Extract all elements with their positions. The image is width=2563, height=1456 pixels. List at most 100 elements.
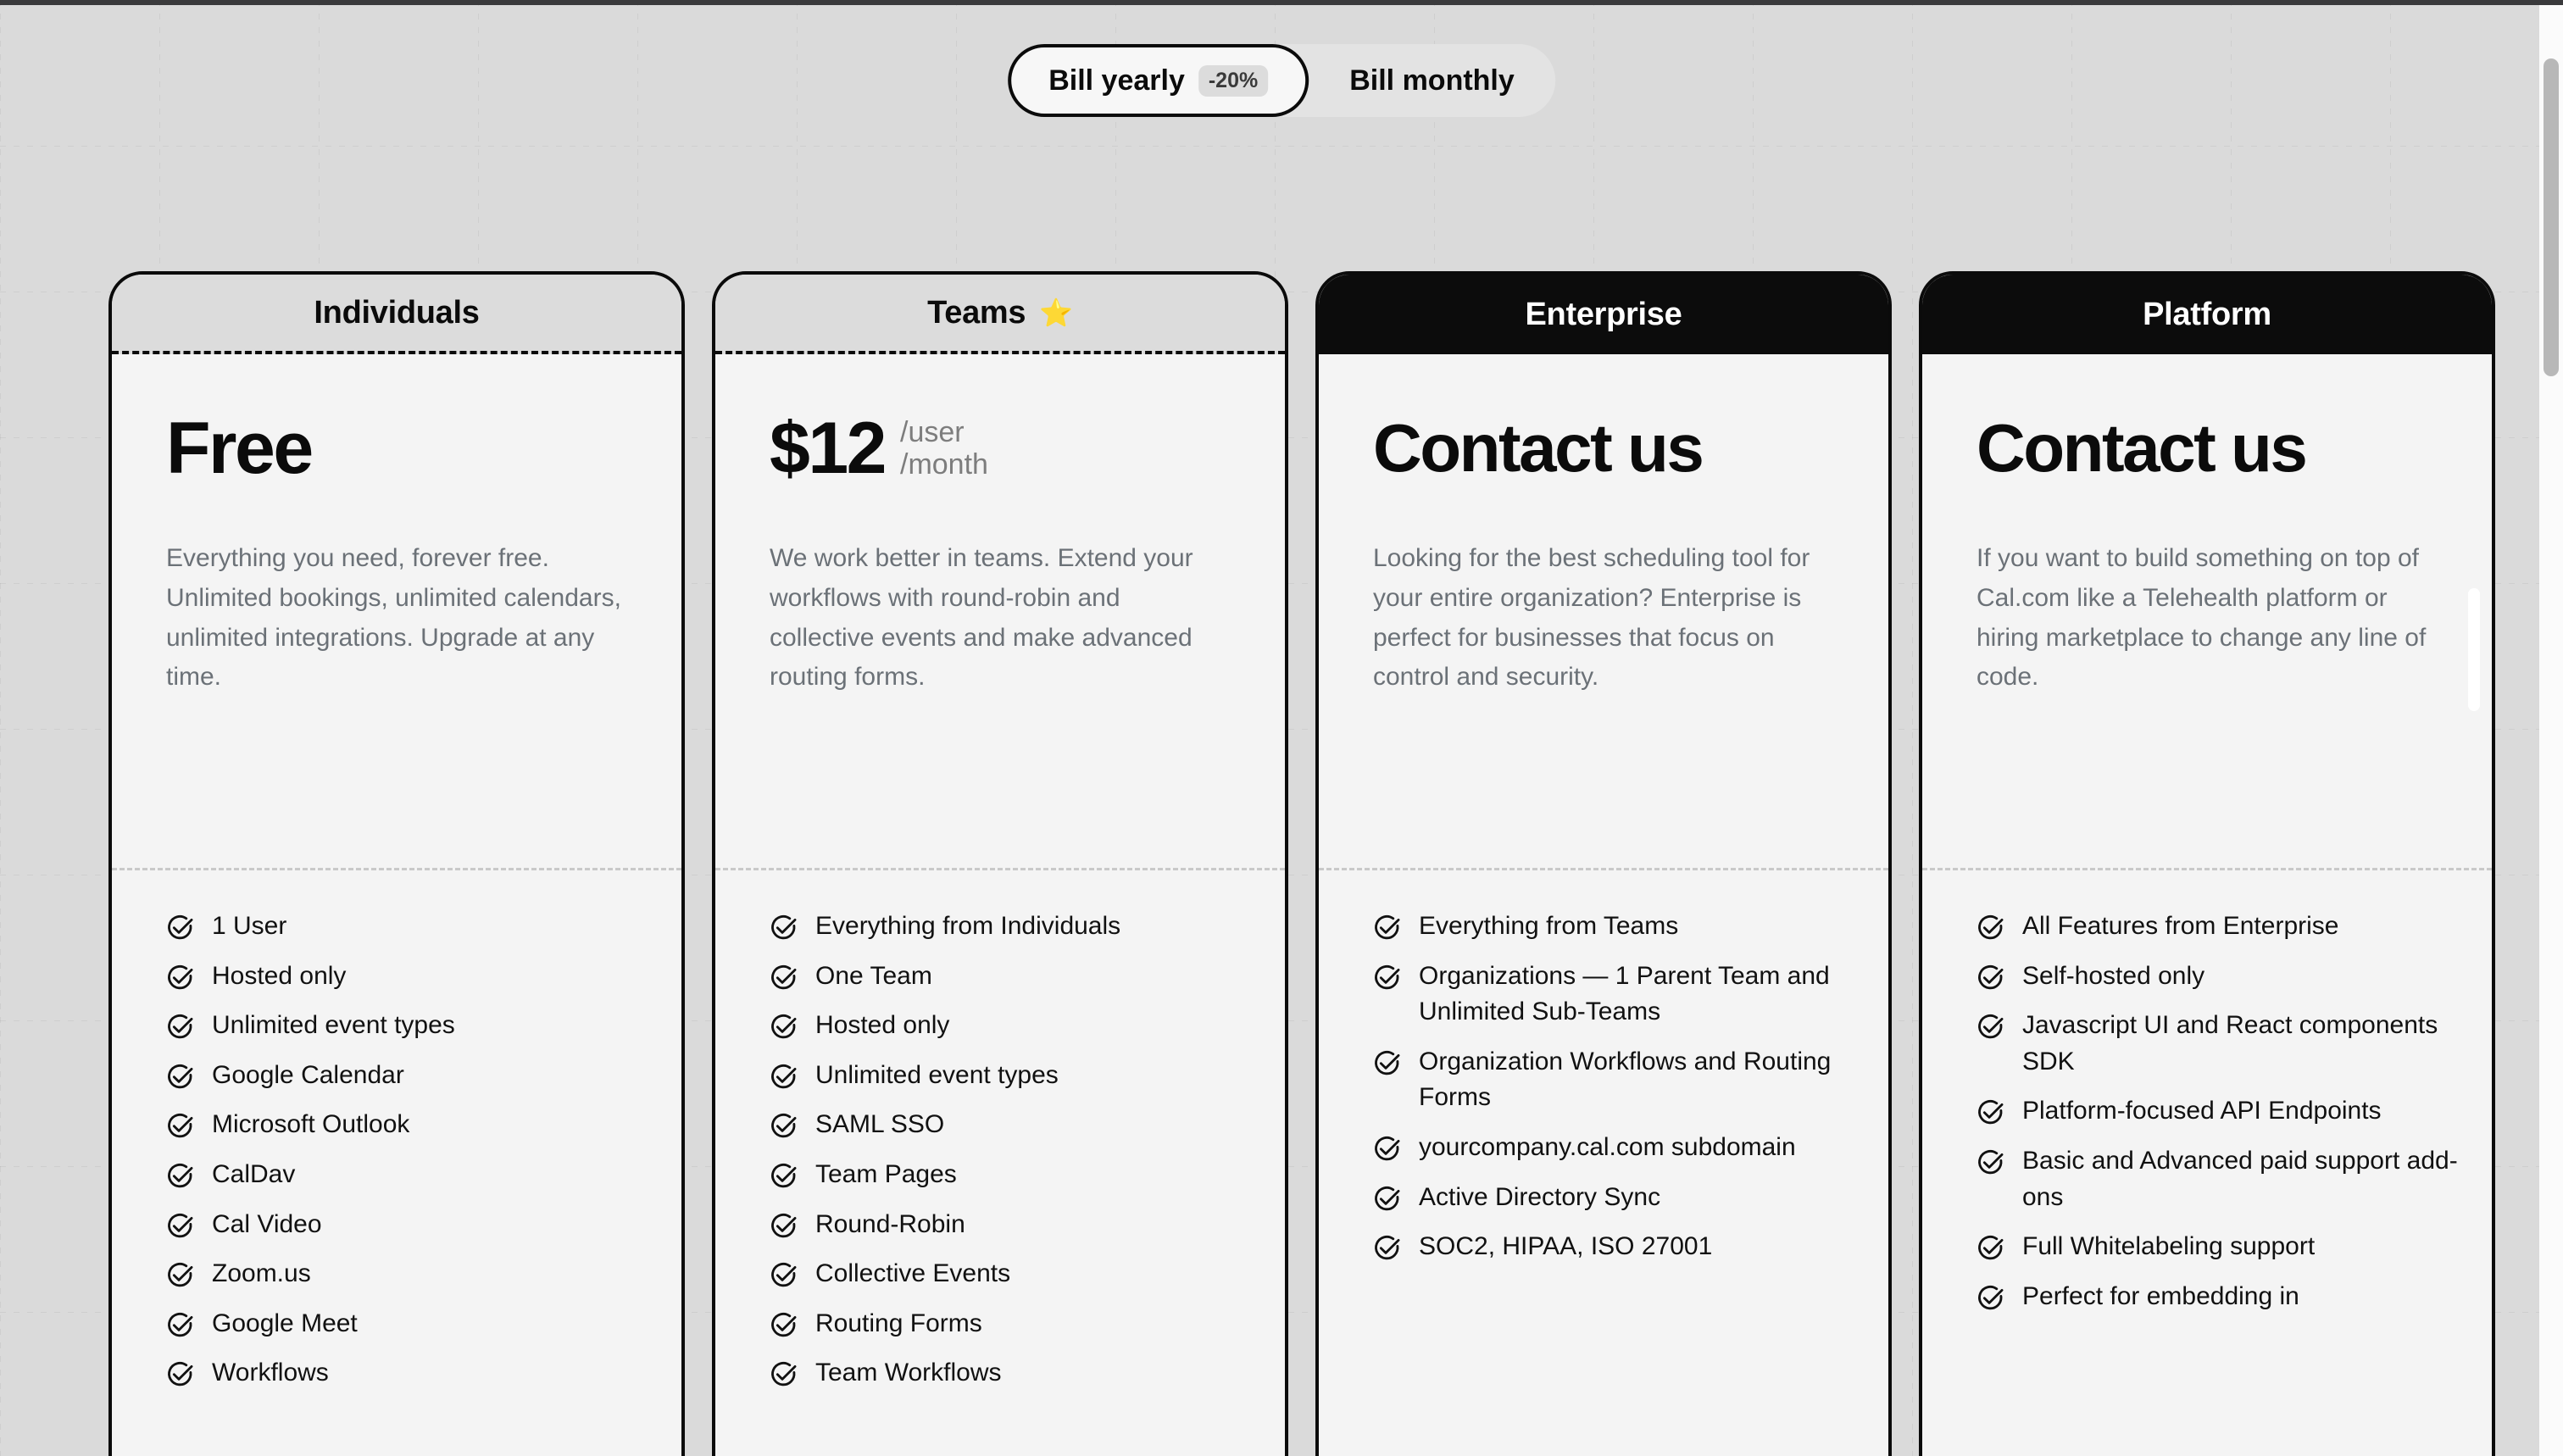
billing-period-toggle[interactable]: Bill yearly -20% Bill monthly <box>1008 44 1555 117</box>
feature-label: Full Whitelabeling support <box>2022 1232 2316 1261</box>
feature-label: One Team <box>815 961 932 990</box>
card-divider <box>1319 868 1888 870</box>
feature-label: Collective Events <box>815 1259 1011 1288</box>
check-circle-icon <box>770 1360 798 1389</box>
check-circle-icon <box>770 1112 798 1141</box>
check-circle-icon <box>166 1112 195 1141</box>
check-circle-icon <box>770 964 798 992</box>
pricing-card-teams: Teams ⭐ $12/user/month We work better in te… <box>712 271 1288 1456</box>
pricing-page: Bill yearly -20% Bill monthly Individual… <box>0 0 2563 1456</box>
feature-list: 1 User Hosted only Unlimited event types Go… <box>166 909 648 1405</box>
feature-item: Hosted only <box>166 959 648 995</box>
feature-item: One Team <box>770 959 1251 995</box>
toggle-bill-yearly-label: Bill yearly <box>1048 64 1185 97</box>
check-circle-icon <box>1976 1234 2005 1263</box>
check-circle-icon <box>1976 1148 2005 1177</box>
plan-price: Free <box>166 408 314 489</box>
pricing-card-enterprise: Enterprise Contact us Looking for the best… <box>1315 271 1892 1456</box>
feature-label: Organizations — 1 Parent Team and Unlimi… <box>1419 961 1830 1026</box>
check-circle-icon <box>166 964 195 992</box>
check-circle-icon <box>166 914 195 942</box>
check-circle-icon <box>166 1261 195 1290</box>
feature-item: Unlimited event types <box>770 1058 1251 1094</box>
card-body: $12/user/month We work better in teams. E… <box>715 354 1285 697</box>
feature-label: Unlimited event types <box>212 1011 455 1040</box>
feature-label: Everything from Teams <box>1419 912 1679 940</box>
plan-price-unit-line2: /month <box>900 448 988 481</box>
feature-item: Zoom.us <box>166 1256 648 1292</box>
plan-name: Platform <box>2143 296 2271 332</box>
feature-label: Routing Forms <box>815 1309 982 1337</box>
check-circle-icon <box>770 1162 798 1191</box>
feature-label: Microsoft Outlook <box>212 1110 410 1139</box>
card-body: Contact us If you want to build something… <box>1922 354 2492 697</box>
feature-item: Routing Forms <box>770 1306 1251 1342</box>
check-circle-icon <box>1373 1185 1402 1214</box>
feature-label: Javascript UI and React components SDK <box>2022 1011 2438 1075</box>
check-circle-icon <box>166 1063 195 1092</box>
feature-label: 1 User <box>212 912 287 940</box>
browser-scrollbar-thumb[interactable] <box>2544 58 2559 376</box>
check-circle-icon <box>1976 914 2005 942</box>
check-circle-icon <box>1373 964 1402 992</box>
check-circle-icon <box>1373 914 1402 942</box>
feature-item: Everything from Teams <box>1373 909 1854 945</box>
feature-item: Platform-focused API Endpoints <box>1976 1093 2458 1130</box>
feature-item: Google Meet <box>166 1306 648 1342</box>
card-body: Contact us Looking for the best schedulin… <box>1319 354 1888 697</box>
feature-label: Workflows <box>212 1359 329 1387</box>
toggle-bill-monthly-label: Bill monthly <box>1349 64 1515 97</box>
feature-label: Basic and Advanced paid support add-ons <box>2022 1146 2458 1211</box>
card-divider <box>1922 868 2492 870</box>
browser-scrollbar-track[interactable] <box>2539 5 2563 1456</box>
feature-label: Hosted only <box>212 961 347 990</box>
feature-label: Everything from Individuals <box>815 912 1121 940</box>
pricing-card-individuals: Individuals Free Everything you need, fore… <box>108 271 685 1456</box>
feature-item: Round-Robin <box>770 1207 1251 1243</box>
feature-label: Cal Video <box>212 1209 322 1238</box>
check-circle-icon <box>770 1311 798 1340</box>
feature-item: CalDav <box>166 1157 648 1193</box>
feature-item: SOC2, HIPAA, ISO 27001 <box>1373 1229 1854 1265</box>
feature-label: Round-Robin <box>815 1209 965 1238</box>
check-circle-icon <box>770 1261 798 1290</box>
check-circle-icon <box>166 1360 195 1389</box>
toggle-bill-monthly[interactable]: Bill monthly <box>1309 44 1555 117</box>
feature-item: 1 User <box>166 909 648 945</box>
feature-label: SAML SSO <box>815 1110 945 1139</box>
plan-price: Contact us <box>1976 410 2308 486</box>
card-header: Individuals <box>112 275 681 354</box>
feature-item: Basic and Advanced paid support add-ons <box>1976 1143 2458 1215</box>
price-row: Contact us <box>1373 402 1834 495</box>
plan-price-unit-line1: /user <box>900 415 965 448</box>
feature-label: Google Meet <box>212 1309 358 1337</box>
feature-label: Perfect for embedding in <box>2022 1281 2299 1310</box>
check-circle-icon <box>1373 1135 1402 1164</box>
feature-item: Everything from Individuals <box>770 909 1251 945</box>
card-header: Enterprise <box>1319 275 1888 354</box>
feature-label: Organization Workflows and Routing Forms <box>1419 1047 1832 1112</box>
platform-card-scrollbar-thumb[interactable] <box>2468 588 2480 711</box>
feature-label: Hosted only <box>815 1011 950 1040</box>
price-row: Free <box>166 402 627 495</box>
plan-description: Looking for the best scheduling tool for… <box>1373 544 1810 692</box>
feature-label: Google Calendar <box>212 1060 404 1089</box>
feature-item: Perfect for embedding in <box>1976 1279 2458 1315</box>
feature-label: yourcompany.cal.com subdomain <box>1419 1132 1796 1161</box>
feature-item: Full Whitelabeling support <box>1976 1229 2458 1265</box>
feature-item: Microsoft Outlook <box>166 1107 648 1143</box>
window-top-strip <box>0 0 2563 5</box>
feature-item: Self-hosted only <box>1976 959 2458 995</box>
feature-list: All Features from Enterprise Self-hosted … <box>1976 909 2458 1328</box>
card-header: Teams ⭐ <box>715 275 1285 354</box>
plan-price-unit: /user/month <box>900 416 988 481</box>
plan-description: We work better in teams. Extend your wor… <box>770 544 1193 692</box>
feature-item: Active Directory Sync <box>1373 1180 1854 1216</box>
feature-label: Platform-focused API Endpoints <box>2022 1097 2382 1125</box>
star-icon: ⭐ <box>1039 297 1073 328</box>
check-circle-icon <box>166 1013 195 1042</box>
feature-label: CalDav <box>212 1159 296 1188</box>
feature-label: Self-hosted only <box>2022 961 2205 990</box>
plan-price: Contact us <box>1373 410 1704 486</box>
toggle-bill-yearly[interactable]: Bill yearly -20% <box>1008 44 1309 117</box>
